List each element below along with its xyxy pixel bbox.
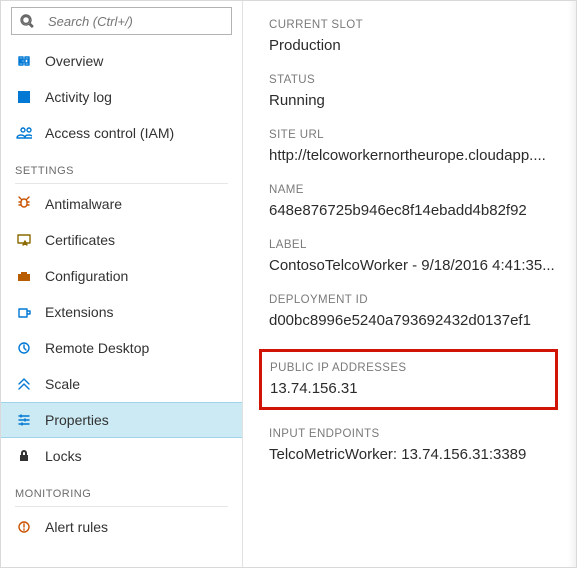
field-deployment-id: DEPLOYMENT ID d00bc8996e5240a793692432d01… [269, 294, 558, 329]
field-label: SITE URL [269, 129, 558, 141]
nav-label: Antimalware [45, 196, 122, 212]
log-icon [15, 88, 33, 106]
public-ip-highlight: PUBLIC IP ADDRESSES 13.74.156.31 [259, 349, 558, 410]
detail-scrollbar[interactable] [568, 1, 576, 567]
sidebar-item-locks[interactable]: Locks [1, 438, 242, 474]
field-status: STATUS Running [269, 74, 558, 109]
field-value: 13.74.156.31 [270, 380, 547, 397]
field-label: DEPLOYMENT ID [269, 294, 558, 306]
field-value: TelcoMetricWorker: 13.74.156.31:3389 [269, 446, 558, 463]
search-box[interactable] [11, 7, 232, 35]
section-list: Alert rules [1, 509, 242, 545]
toolbox-icon [15, 267, 33, 285]
sidebar-item-scale[interactable]: Scale [1, 366, 242, 402]
search-input[interactable] [48, 14, 226, 29]
field-value: Production [269, 37, 558, 54]
field-site-url: SITE URL http://telcoworkernortheurope.cl… [269, 129, 558, 164]
field-label: LABEL [269, 239, 558, 251]
field-value: Running [269, 92, 558, 109]
section-header: SETTINGS [1, 151, 242, 183]
field-label: PUBLIC IP ADDRESSES [270, 362, 547, 374]
nav-label: Access control (IAM) [45, 125, 174, 141]
sidebar-item-access-control[interactable]: Access control (IAM) [1, 115, 242, 151]
nav-label: Overview [45, 53, 103, 69]
nav-label: Configuration [45, 268, 128, 284]
field-current-slot: CURRENT SLOT Production [269, 19, 558, 54]
nav-label: Remote Desktop [45, 340, 149, 356]
alert-icon [15, 518, 33, 536]
sidebar-item-antimalware[interactable]: Antimalware [1, 186, 242, 222]
people-icon [15, 124, 33, 142]
field-name: NAME 648e876725b946ec8f14ebadd4b82f92 [269, 184, 558, 219]
sidebar-item-remote-desktop[interactable]: Remote Desktop [1, 330, 242, 366]
sidebar-item-alert-rules[interactable]: Alert rules [1, 509, 242, 545]
nav-label: Properties [45, 412, 109, 428]
field-public-ip-addresses: PUBLIC IP ADDRESSES 13.74.156.31 [270, 362, 547, 397]
search-icon [18, 12, 36, 30]
sidebar-item-activity-log[interactable]: Activity log [1, 79, 242, 115]
nav-label: Scale [45, 376, 80, 392]
sidebar-item-properties[interactable]: Properties [1, 402, 242, 438]
nav-label: Alert rules [45, 519, 108, 535]
field-value: http://telcoworkernortheurope.cloudapp..… [269, 147, 558, 164]
scale-icon [15, 375, 33, 393]
field-value: ContosoTelcoWorker - 9/18/2016 4:41:35..… [269, 257, 558, 274]
field-value: 648e876725b946ec8f14ebadd4b82f92 [269, 202, 558, 219]
sliders-icon [15, 411, 33, 429]
bug-icon [15, 195, 33, 213]
sidebar-item-extensions[interactable]: Extensions [1, 294, 242, 330]
sidebar-top-list: Overview Activity log Access control (IAM) [1, 43, 242, 151]
field-label: INPUT ENDPOINTS [269, 428, 558, 440]
remote-icon [15, 339, 33, 357]
field-label: STATUS [269, 74, 558, 86]
divider [15, 183, 228, 184]
lock-icon [15, 447, 33, 465]
sidebar-item-certificates[interactable]: Certificates [1, 222, 242, 258]
field-input-endpoints: INPUT ENDPOINTS TelcoMetricWorker: 13.74.… [269, 428, 558, 463]
properties-detail-pane: CURRENT SLOT Production STATUS Running SITE … [243, 1, 576, 567]
nav-label: Activity log [45, 89, 112, 105]
field-value: d00bc8996e5240a793692432d0137ef1 [269, 312, 558, 329]
extension-icon [15, 303, 33, 321]
sidebar-item-overview[interactable]: Overview [1, 43, 242, 79]
section-list: Antimalware Certificates Configuration Exte… [1, 186, 242, 474]
nav-label: Extensions [45, 304, 113, 320]
field-label: LABEL ContosoTelcoWorker - 9/18/2016 4:41… [269, 239, 558, 274]
certificate-icon [15, 231, 33, 249]
link-icon [15, 52, 33, 70]
sidebar-item-configuration[interactable]: Configuration [1, 258, 242, 294]
divider [15, 506, 228, 507]
sidebar: Overview Activity log Access control (IAM)… [1, 1, 243, 567]
nav-label: Locks [45, 448, 82, 464]
section-header: MONITORING [1, 474, 242, 506]
field-label: CURRENT SLOT [269, 19, 558, 31]
field-label: NAME [269, 184, 558, 196]
nav-label: Certificates [45, 232, 115, 248]
